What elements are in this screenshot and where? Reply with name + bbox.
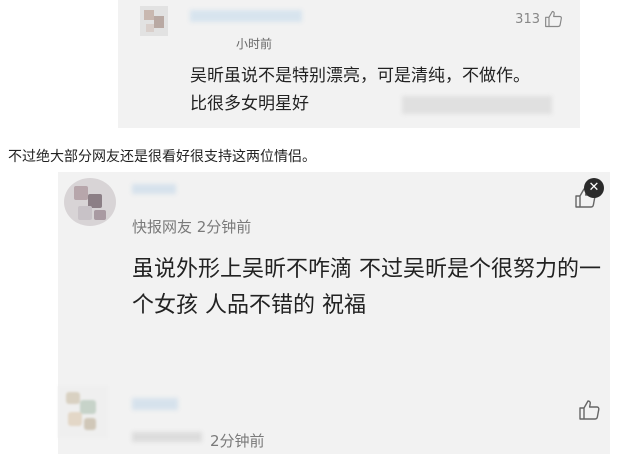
comment-body: 虽说外形上吴昕不咋滴 不过吴昕是个很努力的一个女孩 人品不错的 祝福: [132, 257, 601, 318]
username-blurred: [132, 184, 176, 194]
close-icon[interactable]: ✕: [584, 178, 604, 198]
comment-card-2: 快报网友 2分钟前 ✕ 虽说外形上吴昕不咋滴 不过吴昕是个很努力的一个女孩 人品…: [58, 172, 610, 454]
thumbs-up-icon[interactable]: [578, 398, 602, 422]
avatar[interactable]: [64, 178, 116, 226]
username-blurred: [190, 10, 302, 22]
comment-time: 小时前: [236, 37, 273, 51]
username-blurred: [132, 398, 178, 410]
comment-meta: 快报网友 2分钟前: [132, 218, 252, 236]
like-count: 313: [515, 12, 540, 27]
thumbs-up-icon[interactable]: [544, 9, 564, 29]
blurred-text: [132, 432, 202, 442]
avatar[interactable]: [140, 6, 168, 36]
comment-card-1: 小时前 313 吴昕虽说不是特别漂亮，可是清纯，不做作。比很多女明星好: [118, 0, 580, 128]
avatar[interactable]: [58, 386, 108, 438]
page: 小时前 313 吴昕虽说不是特别漂亮，可是清纯，不做作。比很多女明星好 不过绝大…: [0, 0, 640, 454]
article-caption: 不过绝大部分网友还是很看好很支持这两位情侣。: [8, 149, 316, 165]
comment-time: 2分钟前: [210, 432, 265, 450]
blurred-text: [402, 96, 552, 114]
